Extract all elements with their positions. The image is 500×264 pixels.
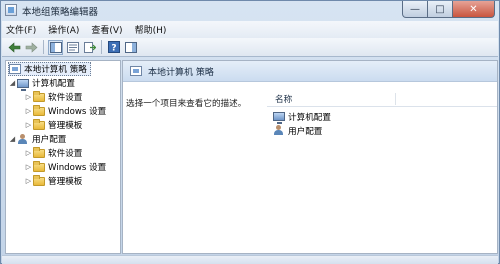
tree-item-label: 计算机配置 [32,79,75,89]
details-pane: 本地计算机 策略 选择一个项目来查看它的描述。 名称 计算机配置 用户配置 [122,60,498,254]
list-item-label: 用户配置 [288,126,323,137]
help-icon: ? [107,41,120,54]
app-icon [5,4,17,16]
tree-item-software-settings[interactable]: ▷ 软件设置 [24,90,82,104]
forward-arrow-icon [25,41,38,53]
folder-icon [33,161,45,172]
tree-item-label: 软件设置 [48,149,83,159]
tree-item-label: Windows 设置 [48,107,107,117]
forward-button[interactable] [24,40,39,55]
toggle-pane-icon [124,41,137,53]
tree-item-windows-settings[interactable]: ▷ Windows 设置 [24,160,106,174]
tree-pane: 本地计算机 策略 ◢ 计算机配置 ▷ 软件设置 ▷ Windows 设置 ▷ 管… [5,60,121,254]
list-column-header: 名称 [267,91,497,107]
maximize-button[interactable]: □ [428,1,453,18]
window-title: 本地组策略编辑器 [22,7,99,18]
tree-item-admin-templates[interactable]: ▷ 管理模板 [24,174,82,188]
tree-item-label: 管理模板 [48,177,83,187]
tree-item-windows-settings[interactable]: ▷ Windows 设置 [24,104,106,118]
back-arrow-icon [8,41,21,53]
folder-icon [33,119,45,130]
menu-help[interactable]: 帮助(H) [135,23,167,36]
tree-item-label: 用户配置 [32,135,67,145]
item-list: 名称 计算机配置 用户配置 [267,82,497,253]
export-list-button[interactable] [82,40,97,55]
user-icon [17,133,29,145]
list-item[interactable]: 计算机配置 [273,110,331,124]
folder-icon [33,147,45,158]
computer-icon [273,112,285,124]
policy-icon [9,64,21,74]
folder-icon [33,91,45,102]
menu-bar: 文件(F) 操作(A) 查看(V) 帮助(H) [2,21,498,38]
column-divider[interactable] [395,93,396,105]
computer-icon [17,78,29,91]
show-hide-tree-button[interactable] [48,39,63,55]
folder-icon [33,175,45,186]
menu-action[interactable]: 操作(A) [48,23,79,36]
details-header: 本地计算机 策略 [123,61,497,82]
collapse-arrow-icon[interactable]: ▷ [24,177,33,186]
properties-button[interactable] [65,40,80,55]
tree-item-admin-templates[interactable]: ▷ 管理模板 [24,118,82,132]
tree-item-label: 软件设置 [48,93,83,103]
tree-item-label: 管理模板 [48,121,83,131]
tree-item-user-config[interactable]: ◢ 用户配置 [8,132,66,146]
folder-icon [33,105,45,116]
expand-arrow-icon[interactable]: ◢ [8,135,17,144]
toggle-pane-button[interactable] [123,40,138,55]
minimize-button[interactable]: — [402,1,428,18]
toolbar: ? [2,38,498,57]
list-item-label: 计算机配置 [288,112,331,123]
tree-item-software-settings[interactable]: ▷ 软件设置 [24,146,82,160]
policy-icon [130,66,142,76]
column-name-header[interactable]: 名称 [275,93,292,105]
list-item[interactable]: 用户配置 [273,124,322,137]
window-controls: — □ ✕ [402,1,495,18]
svg-text:?: ? [111,44,116,54]
export-list-icon [83,41,96,53]
toolbar-separator [43,40,44,54]
help-button[interactable]: ? [106,40,121,55]
tree-item-computer-config[interactable]: ◢ 计算机配置 [8,76,75,91]
menu-view[interactable]: 查看(V) [91,23,122,36]
collapse-arrow-icon[interactable]: ▷ [24,163,33,172]
window: 本地组策略编辑器 — □ ✕ 文件(F) 操作(A) 查看(V) 帮助(H) ?… [0,0,500,264]
show-hide-tree-icon [49,41,62,53]
status-bar [2,255,498,264]
back-button[interactable] [7,40,22,55]
minimize-icon: — [410,3,420,15]
collapse-arrow-icon[interactable]: ▷ [24,107,33,116]
maximize-icon: □ [435,3,445,15]
description-text: 选择一个项目来查看它的描述。 [126,99,247,109]
close-button[interactable]: ✕ [453,1,495,18]
close-icon: ✕ [469,3,478,15]
toolbar-separator [101,40,102,54]
titlebar[interactable]: 本地组策略编辑器 — □ ✕ [1,1,499,20]
tree-item-label: Windows 设置 [48,163,107,173]
collapse-arrow-icon[interactable]: ▷ [24,121,33,130]
collapse-arrow-icon[interactable]: ▷ [24,149,33,158]
menu-file[interactable]: 文件(F) [6,23,36,36]
tree-item-local-policy[interactable]: 本地计算机 策略 [8,62,91,76]
user-icon [273,125,285,136]
expand-arrow-icon[interactable]: ◢ [8,79,17,88]
properties-icon [66,41,79,53]
details-title: 本地计算机 策略 [148,67,214,78]
tree-item-label: 本地计算机 策略 [24,65,87,75]
collapse-arrow-icon[interactable]: ▷ [24,93,33,102]
